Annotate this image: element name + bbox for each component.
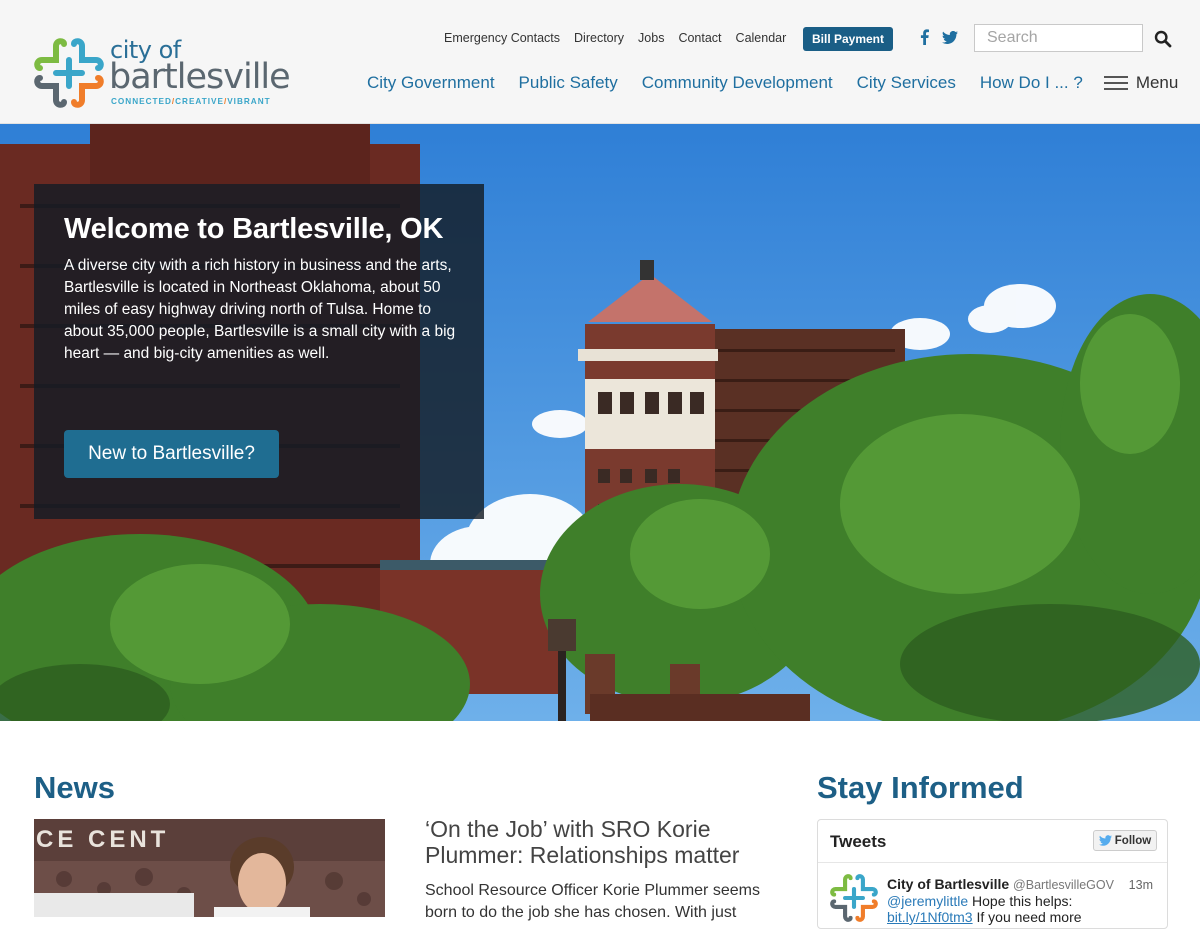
site-logo[interactable]: city of bartlesville CONNECTED/CREATIVE/… bbox=[34, 36, 294, 112]
main-nav: City Government Public Safety Community … bbox=[367, 73, 1178, 93]
news-heading: News bbox=[34, 770, 115, 805]
tagline-word: VIBRANT bbox=[227, 97, 271, 106]
site-header: city of bartlesville CONNECTED/CREATIVE/… bbox=[0, 0, 1200, 124]
tweet-author-handle: @BartlesvilleGOV bbox=[1013, 878, 1114, 892]
twitter-icon[interactable] bbox=[942, 28, 958, 46]
tweet-mention[interactable]: @jeremylittle bbox=[887, 893, 968, 909]
logo-name-text: bartlesville bbox=[109, 57, 291, 97]
follow-button[interactable]: Follow bbox=[1093, 830, 1157, 851]
tagline-word: CONNECTED bbox=[111, 97, 172, 106]
nav-public-safety[interactable]: Public Safety bbox=[519, 73, 618, 93]
news-article-title[interactable]: ‘On the Job’ with SRO Korie Plummer: Rel… bbox=[425, 816, 805, 868]
news-image[interactable]: CE CENT bbox=[34, 819, 385, 917]
nav-city-government[interactable]: City Government bbox=[367, 73, 495, 93]
nav-city-services[interactable]: City Services bbox=[857, 73, 956, 93]
follow-label: Follow bbox=[1114, 834, 1152, 847]
welcome-panel: Welcome to Bartlesville, OK A diverse ci… bbox=[34, 184, 484, 519]
search-icon[interactable] bbox=[1154, 30, 1172, 48]
tweet-timestamp[interactable]: 13m bbox=[1129, 878, 1153, 892]
divider bbox=[818, 862, 1167, 863]
util-link-contact[interactable]: Contact bbox=[678, 31, 721, 45]
twitter-timeline: Tweets Follow City of Bartlesville @Bart… bbox=[817, 819, 1168, 929]
news-image-sign-text: CE CENT bbox=[36, 826, 169, 853]
news-photo: CE CENT bbox=[34, 819, 385, 917]
tweet-author-name: City of Bartlesville bbox=[887, 876, 1010, 892]
new-to-bartlesville-button[interactable]: New to Bartlesville? bbox=[64, 430, 279, 478]
menu-label: Menu bbox=[1135, 73, 1179, 92]
search-input[interactable] bbox=[974, 24, 1143, 52]
tagline-word: CREATIVE bbox=[175, 97, 224, 106]
util-link-directory[interactable]: Directory bbox=[574, 31, 624, 45]
util-link-calendar[interactable]: Calendar bbox=[736, 31, 787, 45]
utility-nav: Emergency Contacts Directory Jobs Contac… bbox=[444, 31, 800, 45]
facebook-icon[interactable] bbox=[916, 28, 932, 46]
util-link-emergency-contacts[interactable]: Emergency Contacts bbox=[444, 31, 560, 45]
news-article-excerpt: School Resource Officer Korie Plummer se… bbox=[425, 882, 760, 921]
tweets-heading: Tweets bbox=[830, 832, 887, 851]
nav-how-do-i[interactable]: How Do I ... ? bbox=[980, 73, 1083, 93]
twitter-bird-icon bbox=[1098, 835, 1112, 846]
nav-community-development[interactable]: Community Development bbox=[642, 73, 833, 93]
welcome-title: Welcome to Bartlesville, OK bbox=[64, 213, 444, 245]
tweet-link[interactable]: bit.ly/1Nf0tm3 bbox=[887, 909, 973, 925]
hero-banner: Welcome to Bartlesville, OK A diverse ci… bbox=[0, 124, 1200, 721]
util-link-jobs[interactable]: Jobs bbox=[638, 31, 664, 45]
tweet-author[interactable]: City of Bartlesville @BartlesvilleGOV bbox=[887, 876, 1114, 892]
tweet-body: @jeremylittle Hope this helps: bit.ly/1N… bbox=[887, 893, 1127, 925]
tweet-avatar[interactable] bbox=[830, 874, 878, 922]
logo-mark-icon bbox=[34, 38, 104, 108]
menu-button[interactable]: Menu bbox=[1103, 73, 1179, 93]
logo-tagline: CONNECTED/CREATIVE/VIBRANT bbox=[111, 97, 271, 106]
tweet-text-more: If you need more bbox=[976, 909, 1082, 925]
bill-payment-button[interactable]: Bill Payment bbox=[803, 27, 893, 51]
hamburger-icon bbox=[1103, 76, 1128, 90]
social-links bbox=[916, 28, 958, 46]
tweet-text: Hope this helps: bbox=[972, 893, 1073, 909]
welcome-text: A diverse city with a rich history in bu… bbox=[64, 257, 456, 362]
stay-informed-heading: Stay Informed bbox=[817, 770, 1024, 805]
